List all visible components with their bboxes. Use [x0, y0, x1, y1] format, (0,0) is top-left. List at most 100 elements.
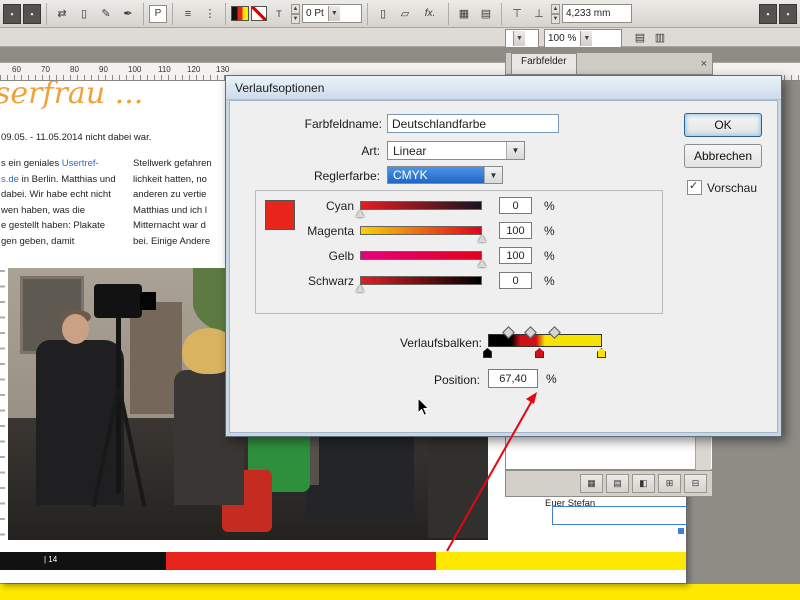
gradient-stop-black[interactable] — [483, 348, 492, 358]
gelb-value-field[interactable]: 100 — [499, 247, 532, 264]
cyan-slider-track[interactable] — [360, 201, 482, 210]
close-icon[interactable]: × — [701, 54, 707, 74]
position-value-field[interactable]: 67,40 — [488, 369, 538, 388]
dimension-field[interactable]: 4,233 mm — [562, 4, 632, 23]
gradient-stop-yellow[interactable] — [597, 348, 606, 358]
pencil-icon[interactable]: ✎ — [96, 4, 116, 24]
text-column-left[interactable]: s ein geniales Usertref- s.de in Berlin.… — [1, 156, 130, 249]
ruler-tick: 70 — [41, 65, 50, 74]
magenta-unit: % — [544, 224, 555, 238]
chevron-down-icon[interactable]: ▼ — [513, 31, 525, 46]
structure-icon[interactable]: ▤ — [630, 27, 650, 47]
flag-black-segment — [0, 552, 166, 570]
preview-checkbox-row[interactable]: Vorschau — [687, 180, 757, 195]
chevron-down-icon[interactable]: ▼ — [328, 6, 340, 21]
gradient-stop-red-selected[interactable] — [535, 348, 544, 358]
text-line: Mitternacht war d — [133, 218, 226, 234]
swatches-panel-header[interactable]: Farbfelder × — [505, 52, 713, 75]
stroke-weight-value: 0 Pt — [306, 8, 324, 19]
panel-dock-icon[interactable]: ▪ — [759, 4, 777, 24]
text-line: e gestellt haben: Plakate — [1, 218, 130, 234]
gelb-slider-handle[interactable] — [478, 260, 486, 267]
stroke-weight-combo[interactable]: 0 Pt ▼ — [302, 4, 362, 23]
stroke-weight-stepper[interactable]: ▲▼ — [291, 4, 300, 24]
cyan-slider-handle[interactable] — [356, 210, 364, 217]
panel-dock-icon[interactable]: ▪ — [779, 4, 797, 24]
secondary-toolbar: ▼ 100 % ▼ ▤ ▥ — [0, 28, 800, 47]
cancel-button[interactable]: Abbrechen — [684, 144, 762, 168]
schwarz-slider-handle[interactable] — [356, 285, 364, 292]
swatches-panel-tab[interactable]: Farbfelder — [511, 53, 577, 74]
chevron-down-icon[interactable]: ▼ — [484, 167, 502, 183]
text-line: Matthias und ich l — [133, 203, 226, 219]
ok-button[interactable]: OK — [684, 113, 762, 137]
object-icon[interactable]: ▯ — [373, 4, 393, 24]
table-cell-icon[interactable]: ▤ — [476, 4, 496, 24]
table-grid-icon[interactable]: ▦ — [454, 4, 474, 24]
text-format-icon[interactable]: T — [269, 4, 289, 24]
text-column-right[interactable]: Stellwerk gefahren lichkeit hatten, no a… — [133, 156, 226, 249]
gradient-options-dialog: Verlaufsoptionen Farbfeldname: Deutschla… — [225, 75, 782, 437]
stop-color-dropdown[interactable]: CMYK ▼ — [387, 166, 503, 184]
chevron-down-icon[interactable]: ▼ — [580, 31, 592, 46]
cyan-unit: % — [544, 199, 555, 213]
toolbar-separator — [367, 3, 368, 25]
schwarz-slider-track[interactable] — [360, 276, 482, 285]
dimension-value: 4,233 mm — [566, 8, 610, 19]
schwarz-value-field[interactable]: 0 — [499, 272, 532, 289]
swatches-panel-footer: ▦ ▤ ◧ ⊞ ⊟ — [505, 470, 713, 497]
show-all-swatches-button[interactable]: ▦ — [580, 474, 603, 493]
delete-swatch-button[interactable]: ⊟ — [684, 474, 707, 493]
zoom-value: 100 % — [548, 33, 576, 44]
gradient-type-dropdown[interactable]: Linear ▼ — [387, 141, 525, 160]
fill-color-swatch[interactable] — [231, 6, 249, 21]
swatch-name-input[interactable]: Deutschlandfarbe — [387, 114, 559, 133]
ruler-tick: 80 — [70, 65, 79, 74]
paragraph-style-icon[interactable]: P — [149, 5, 167, 23]
page-icon[interactable]: ▯ — [74, 4, 94, 24]
bottom-yellow-bar — [0, 584, 800, 600]
magenta-slider-track[interactable] — [360, 226, 482, 235]
view-mode-combo[interactable]: ▼ — [505, 29, 539, 48]
dialog-titlebar[interactable]: Verlaufsoptionen — [226, 76, 781, 100]
pen-icon[interactable]: ✒ — [118, 4, 138, 24]
text-line: gen geben, damit — [1, 234, 130, 250]
toolbar-separator — [501, 3, 502, 25]
dock-icon[interactable]: ▪ — [23, 4, 41, 24]
document-heading[interactable]: serfrau ... — [0, 76, 143, 111]
align-icon[interactable]: ≡ — [178, 4, 198, 24]
gradient-flag-bar[interactable] — [0, 552, 686, 570]
magenta-slider-row: Magenta 100 % — [266, 221, 646, 241]
new-swatch-button[interactable]: ⊞ — [658, 474, 681, 493]
ruler-tick: 100 — [128, 65, 141, 74]
gradient-ramp-label: Verlaufsbalken: — [377, 336, 482, 350]
cyan-value-field[interactable]: 0 — [499, 197, 532, 214]
align-bottom-icon[interactable]: ⊥ — [529, 4, 549, 24]
clipped-text-edge — [0, 270, 5, 540]
object-icon-2[interactable]: ▱ — [395, 4, 415, 24]
gelb-slider-track[interactable] — [360, 251, 482, 260]
preview-label: Vorschau — [707, 181, 757, 195]
frame-handle[interactable] — [678, 528, 684, 534]
selected-text-frame[interactable] — [552, 506, 688, 525]
stroke-none-swatch[interactable] — [251, 6, 267, 21]
magenta-label: Magenta — [266, 224, 354, 238]
align-top-icon[interactable]: ⊤ — [507, 4, 527, 24]
preview-checkbox[interactable] — [687, 180, 702, 195]
distribute-icon[interactable]: ⋮ — [200, 4, 220, 24]
effects-button[interactable]: fx. — [417, 4, 443, 24]
dock-icon[interactable]: ▪ — [3, 4, 21, 24]
show-color-swatches-button[interactable]: ▤ — [606, 474, 629, 493]
swap-arrows-icon[interactable]: ⇄ — [52, 4, 72, 24]
link-text: s.de — [1, 174, 19, 185]
pages-icon[interactable]: ▥ — [650, 27, 670, 47]
document-subheading[interactable]: 09.05. - 11.05.2014 nicht dabei war. — [1, 132, 151, 143]
dimension-stepper[interactable]: ▲▼ — [551, 4, 560, 24]
photo-camera-lens — [140, 292, 156, 310]
show-gradient-swatches-button[interactable]: ◧ — [632, 474, 655, 493]
chevron-down-icon[interactable]: ▼ — [506, 142, 524, 159]
zoom-level-combo[interactable]: 100 % ▼ — [544, 29, 622, 48]
gradient-type-value: Linear — [393, 144, 426, 158]
magenta-value-field[interactable]: 100 — [499, 222, 532, 239]
magenta-slider-handle[interactable] — [478, 235, 486, 242]
